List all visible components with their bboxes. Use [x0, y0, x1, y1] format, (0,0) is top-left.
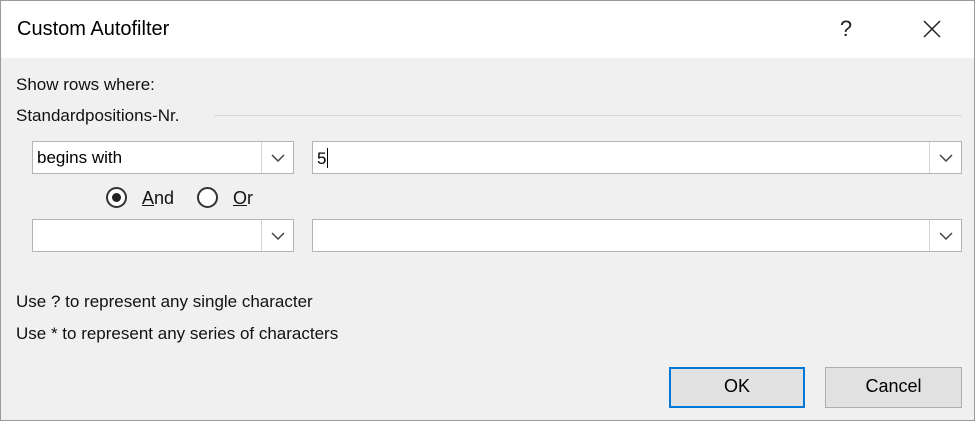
close-icon [923, 20, 941, 38]
or-radio-circle[interactable] [197, 187, 218, 208]
and-radio-circle[interactable] [106, 187, 127, 208]
value1-input[interactable]: 5 [317, 148, 329, 169]
custom-autofilter-dialog: Custom Autofilter ? Show rows where: Sta… [0, 0, 975, 421]
and-radio[interactable]: And [106, 187, 186, 213]
value2-combobox[interactable] [312, 219, 962, 252]
show-rows-label: Show rows where: [16, 75, 155, 94]
ok-button[interactable]: OK [669, 367, 805, 408]
operator2-dropdown[interactable] [32, 219, 294, 252]
chevron-down-icon [939, 154, 953, 163]
chevron-down-icon [939, 232, 953, 241]
value1-dropdown-button[interactable] [929, 142, 961, 173]
help-button[interactable]: ? [823, 9, 869, 49]
field-name-label: Standardpositions-Nr. [16, 106, 180, 125]
cancel-button[interactable]: Cancel [825, 367, 962, 408]
operator2-dropdown-button[interactable] [261, 220, 293, 251]
hint-series-chars: Use * to represent any series of charact… [16, 324, 339, 343]
hint-single-char: Use ? to represent any single character [16, 292, 313, 311]
chevron-down-icon [271, 154, 285, 163]
help-icon: ? [839, 16, 853, 41]
value2-dropdown-button[interactable] [929, 220, 961, 251]
chevron-down-icon [271, 232, 285, 241]
value1-text: 5 [317, 149, 327, 168]
title-bar: Custom Autofilter ? [1, 1, 974, 58]
value1-combobox[interactable]: 5 [312, 141, 962, 174]
radio-selected-dot [112, 193, 121, 202]
and-radio-label: And [142, 188, 175, 208]
or-radio[interactable]: Or [197, 187, 267, 213]
text-caret [327, 148, 329, 168]
dialog-title: Custom Autofilter [17, 18, 170, 40]
group-divider [214, 115, 962, 116]
operator1-dropdown-button[interactable] [261, 142, 293, 173]
operator1-dropdown[interactable]: begins with [32, 141, 294, 174]
operator1-value: begins with [37, 148, 123, 167]
or-radio-label: Or [233, 188, 254, 208]
close-button[interactable] [909, 9, 955, 49]
